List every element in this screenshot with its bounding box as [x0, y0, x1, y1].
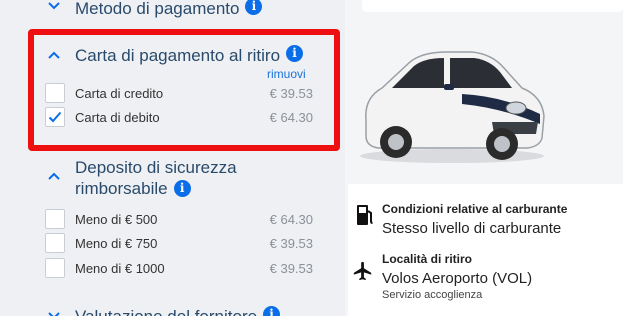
airplane-icon [353, 261, 372, 281]
option-deposit-1000[interactable]: Meno di € 1000 € 39.53 [45, 258, 313, 278]
pickup-sub: Servizio accoglienza [382, 289, 483, 301]
chevron-down-icon[interactable] [48, 2, 60, 14]
fuel-title: Condizioni relative al carburante [382, 202, 568, 216]
chevron-up-icon[interactable] [48, 172, 60, 184]
info-icon[interactable]: i [173, 180, 191, 197]
car-image [360, 51, 545, 163]
top-card [362, 0, 623, 12]
supplier-rating-title: Valutazione del fornitore [75, 306, 257, 316]
info-icon[interactable]: i [263, 306, 281, 316]
checkbox[interactable] [45, 258, 65, 278]
deposit-title-line2: rimborsabile [75, 179, 168, 198]
highlight-box [28, 29, 340, 151]
info-icon[interactable]: i [245, 0, 263, 15]
pickup-value: Volos Aeroporto (VOL) [382, 270, 533, 287]
option-deposit-500[interactable]: Meno di € 500 € 64.30 [45, 209, 313, 229]
pickup-title: Località di ritiro [382, 252, 473, 266]
checkbox[interactable] [45, 233, 65, 253]
rental-info-card: Condizioni relative al carburante Stesso… [348, 184, 623, 316]
option-price: € 39.53 [269, 260, 313, 276]
supplier-rating-header[interactable]: Valutazione del fornitore i [75, 306, 281, 316]
filters-sidebar: Metodo di pagamento i Carta di pagamento… [0, 0, 345, 316]
option-label: Meno di € 750 [75, 235, 158, 251]
checkbox[interactable] [45, 209, 65, 229]
fuel-pump-icon [357, 205, 373, 225]
option-price: € 39.53 [269, 235, 313, 251]
deposit-header[interactable]: Deposito di sicurezza rimborsabile i [75, 157, 237, 199]
fuel-value: Stesso livello di carburante [382, 220, 562, 237]
deposit-title-line1: Deposito di sicurezza [75, 158, 237, 177]
option-label: Meno di € 1000 [75, 260, 165, 276]
payment-method-header[interactable]: Metodo di pagamento i [75, 0, 263, 19]
option-deposit-750[interactable]: Meno di € 750 € 39.53 [45, 233, 313, 253]
pickup-info: Località di ritiro Volos Aeroporto (VOL)… [382, 252, 532, 301]
option-price: € 64.30 [269, 211, 313, 227]
chevron-down-icon[interactable] [48, 312, 60, 316]
option-label: Meno di € 500 [75, 211, 158, 227]
fuel-info: Condizioni relative al carburante Stesso… [382, 202, 567, 237]
payment-method-title: Metodo di pagamento [75, 0, 240, 18]
